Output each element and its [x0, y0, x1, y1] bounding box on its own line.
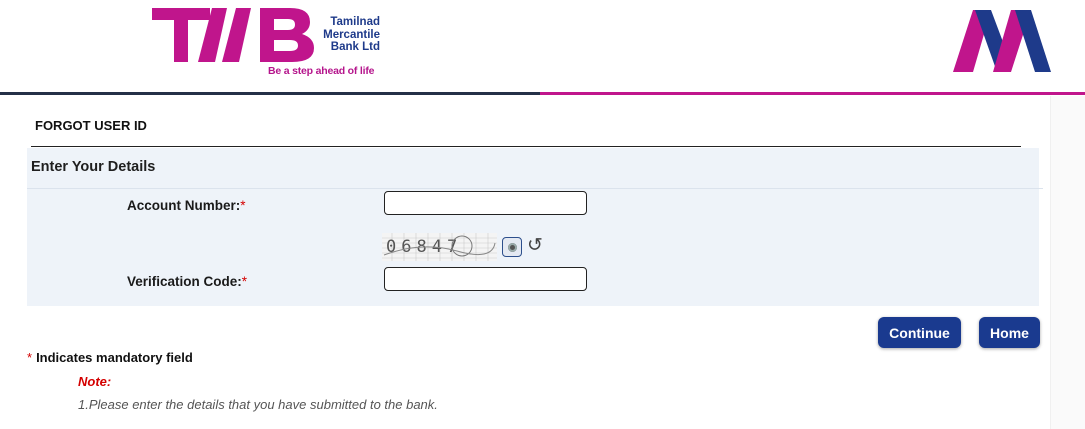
continue-button[interactable]: Continue [878, 317, 961, 348]
mandatory-field-note: * Indicates mandatory field [27, 350, 193, 365]
bank-name: Tamilnad Mercantile Bank Ltd [323, 16, 380, 53]
header-divider-magenta [540, 92, 1085, 95]
required-mark: * [240, 198, 246, 213]
title-divider [31, 146, 1021, 147]
verification-code-input[interactable] [384, 267, 587, 291]
required-mark: * [241, 274, 248, 289]
audio-icon [507, 242, 517, 252]
header-divider-navy [0, 92, 540, 95]
details-form-panel: Enter Your Details Account Number:* 0684… [27, 148, 1043, 306]
home-button[interactable]: Home [979, 317, 1040, 348]
captcha-audio-button[interactable] [502, 237, 522, 257]
refresh-icon[interactable]: ↺ [527, 236, 543, 256]
m-logo-icon [953, 10, 1051, 72]
account-number-label: Account Number:* [127, 198, 246, 213]
captcha-image: 06847 [382, 233, 497, 261]
right-margin-strip [1050, 95, 1085, 429]
note-title: Note: [78, 374, 112, 389]
site-header: Tamilnad Mercantile Bank Ltd Be a step a… [0, 0, 1085, 96]
required-mark: * [27, 350, 33, 365]
verification-code-label: Verification Code:* [127, 274, 248, 289]
section-heading: Enter Your Details [31, 159, 156, 175]
tagline: Be a step ahead of life [268, 65, 375, 77]
account-number-input[interactable] [384, 191, 587, 215]
page-title: FORGOT USER ID [35, 118, 147, 133]
note-text: 1.Please enter the details that you have… [78, 397, 438, 412]
section-divider [27, 188, 1043, 189]
